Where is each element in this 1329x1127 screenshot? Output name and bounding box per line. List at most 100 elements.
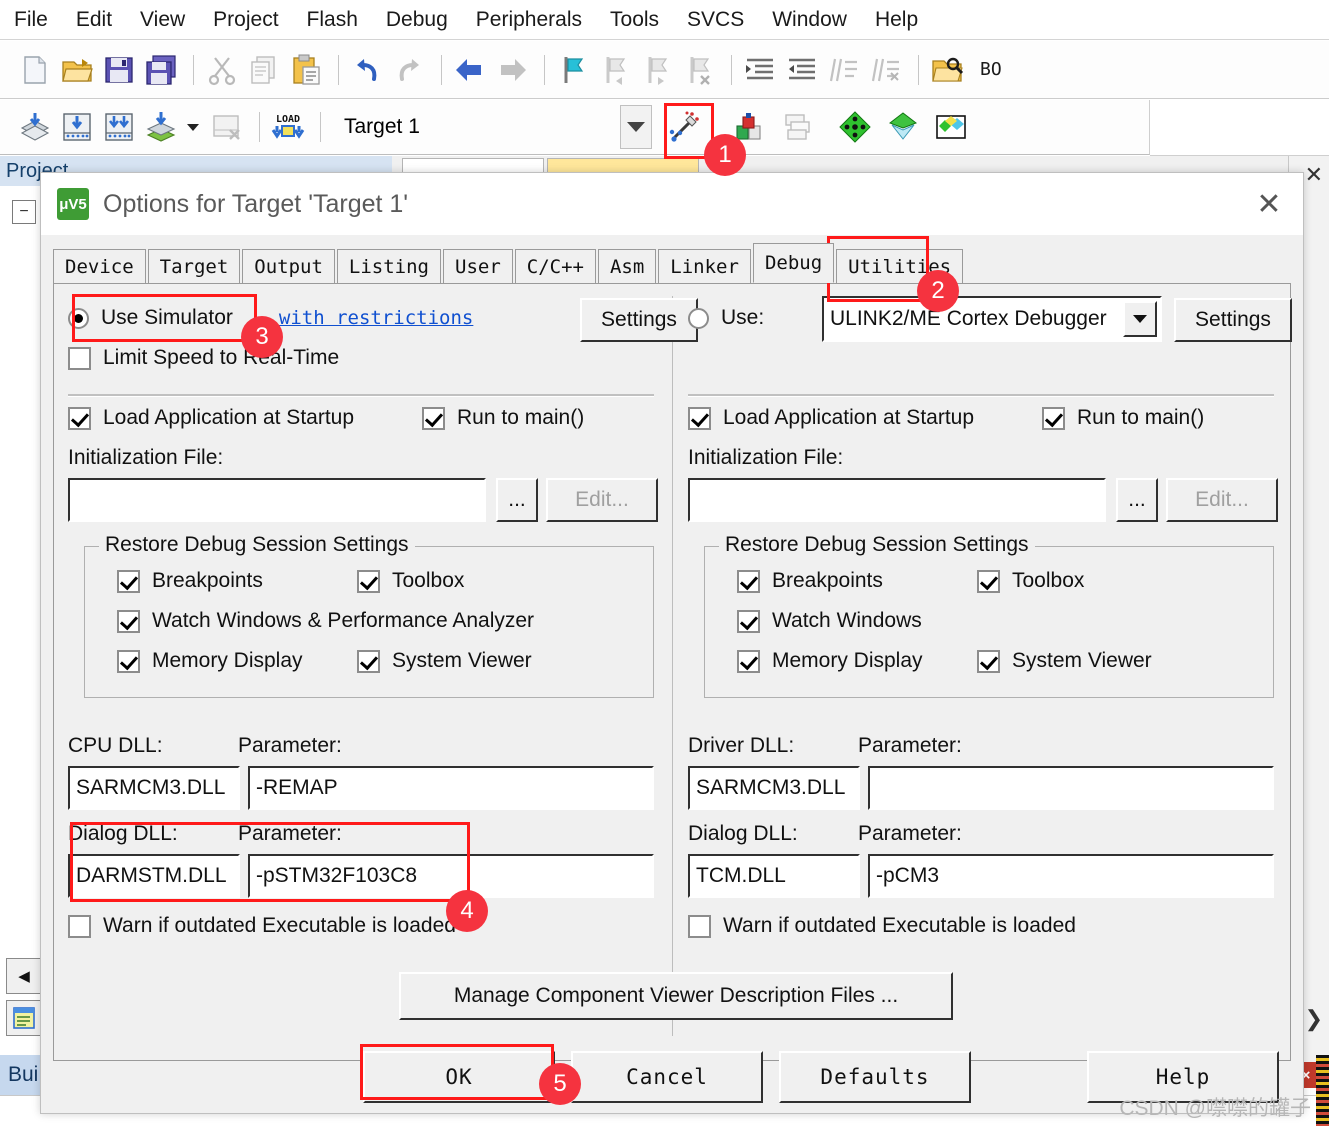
bookmark-prev-icon xyxy=(596,51,634,89)
simulator-settings-button[interactable]: Settings xyxy=(580,298,698,342)
target-options-wand-icon[interactable] xyxy=(666,108,704,146)
tab-output[interactable]: Output xyxy=(242,249,335,283)
rebuild-icon[interactable] xyxy=(100,108,138,146)
defaults-button[interactable]: Defaults xyxy=(779,1051,971,1103)
close-icon[interactable]: ✕ xyxy=(1305,162,1323,188)
filter-pack-icon[interactable] xyxy=(884,108,922,146)
use-debugger-radio[interactable] xyxy=(688,307,709,329)
cpu-dll-input[interactable]: SARMCM3.DLL xyxy=(68,766,240,810)
warn-outdated-executable-label: Warn if outdated Executable is loaded xyxy=(103,914,456,937)
limit-speed-checkbox[interactable] xyxy=(68,346,91,370)
pack-installer-icon[interactable] xyxy=(932,108,970,146)
cancel-button[interactable]: Cancel xyxy=(571,1051,763,1103)
restore-system-viewer-checkbox[interactable] xyxy=(357,649,380,673)
menu-item-view[interactable]: View xyxy=(140,8,185,32)
restore-watch-windows-checkbox[interactable] xyxy=(117,609,140,633)
load-application-label: Load Application at Startup xyxy=(103,406,355,429)
menu-item-project[interactable]: Project xyxy=(213,8,278,32)
close-icon[interactable]: ✕ xyxy=(1249,185,1289,225)
tab-c-cpp[interactable]: C/C++ xyxy=(514,249,596,283)
target-selector-label[interactable]: Target 1 xyxy=(344,115,420,139)
ok-button[interactable]: OK xyxy=(363,1051,555,1103)
menu-item-svcs[interactable]: SVCS xyxy=(687,8,744,32)
tab-asm[interactable]: Asm xyxy=(597,249,657,283)
debugger-select[interactable]: ULINK2/ME Cortex Debugger xyxy=(822,296,1162,342)
dialog-dll-parameter-input[interactable]: -pCM3 xyxy=(868,854,1274,898)
driver-dll-input[interactable]: SARMCM3.DLL xyxy=(688,766,860,810)
restore-toolbox-label: Toolbox xyxy=(1012,569,1085,592)
project-list-icon[interactable] xyxy=(6,1000,42,1036)
load-application-label: Load Application at Startup xyxy=(723,406,975,429)
with-restrictions-link[interactable]: with restrictions xyxy=(279,307,473,329)
restore-memory-display-checkbox[interactable] xyxy=(737,649,760,673)
tab-linker[interactable]: Linker xyxy=(658,249,751,283)
batch-build-icon[interactable] xyxy=(142,108,180,146)
initialization-file-input[interactable] xyxy=(688,478,1106,522)
debugger-settings-button[interactable]: Settings xyxy=(1174,298,1292,342)
tab-utilities[interactable]: Utilities xyxy=(836,249,964,283)
new-file-icon[interactable] xyxy=(16,51,54,89)
tree-collapse-toggle[interactable]: − xyxy=(12,200,36,224)
indent-increase-icon[interactable] xyxy=(741,51,779,89)
tab-listing[interactable]: Listing xyxy=(336,249,441,283)
scroll-right-icon[interactable]: ❯ xyxy=(1305,1006,1323,1032)
load-application-checkbox[interactable] xyxy=(68,406,91,430)
load-application-checkbox[interactable] xyxy=(688,406,711,430)
build-icon[interactable] xyxy=(58,108,96,146)
warn-outdated-executable-checkbox[interactable] xyxy=(688,914,711,938)
dialog-dll-input[interactable]: DARMSTM.DLL xyxy=(68,854,240,898)
download-load-icon[interactable]: LOAD xyxy=(269,108,307,146)
menu-item-tools[interactable]: Tools xyxy=(610,8,659,32)
toolbar-separator xyxy=(441,54,442,85)
manage-run-time-env-icon[interactable] xyxy=(730,108,768,146)
initialization-file-browse-button[interactable]: ... xyxy=(1116,478,1158,522)
find-in-files-icon[interactable] xyxy=(928,51,966,89)
save-all-icon[interactable] xyxy=(142,51,180,89)
chevron-down-icon[interactable] xyxy=(1123,301,1157,337)
initialization-file-browse-button[interactable]: ... xyxy=(496,478,538,522)
manage-component-viewer-button[interactable]: Manage Component Viewer Description File… xyxy=(399,972,953,1020)
save-icon[interactable] xyxy=(100,51,138,89)
batch-build-dropdown-icon[interactable] xyxy=(184,123,202,131)
back-arrow-icon[interactable] xyxy=(451,51,489,89)
menu-item-peripherals[interactable]: Peripherals xyxy=(476,8,582,32)
tab-device[interactable]: Device xyxy=(53,249,146,283)
restore-breakpoints-checkbox[interactable] xyxy=(117,569,140,593)
bookmark-toggle-icon[interactable] xyxy=(554,51,592,89)
menu-item-file[interactable]: File xyxy=(14,8,48,32)
run-to-main-label: Run to main() xyxy=(457,406,585,429)
restore-memory-display-checkbox[interactable] xyxy=(117,649,140,673)
target-dropdown-icon[interactable] xyxy=(619,105,652,149)
configuration-wizard-icon[interactable] xyxy=(836,108,874,146)
cpu-dll-parameter-label: Parameter: xyxy=(238,734,342,757)
tab-debug[interactable]: Debug xyxy=(752,243,835,283)
paste-icon[interactable] xyxy=(287,51,325,89)
translate-icon[interactable] xyxy=(16,108,54,146)
dialog-dll-input[interactable]: TCM.DLL xyxy=(688,854,860,898)
restore-system-viewer-checkbox[interactable] xyxy=(977,649,1000,673)
menu-item-debug[interactable]: Debug xyxy=(386,8,448,32)
menu-item-help[interactable]: Help xyxy=(875,8,918,32)
cpu-dll-parameter-input[interactable]: -REMAP xyxy=(248,766,654,810)
use-simulator-radio[interactable] xyxy=(68,307,89,329)
scroll-left-icon[interactable]: ◀ xyxy=(6,958,42,994)
open-file-icon[interactable] xyxy=(58,51,96,89)
menu-item-edit[interactable]: Edit xyxy=(76,8,112,32)
restore-toolbox-checkbox[interactable] xyxy=(977,569,1000,593)
restore-debug-session-group: Restore Debug Session Settings Breakpoin… xyxy=(84,533,654,698)
indent-decrease-icon[interactable] xyxy=(783,51,821,89)
tab-user[interactable]: User xyxy=(443,249,513,283)
warn-outdated-executable-checkbox[interactable] xyxy=(68,914,91,938)
tab-target[interactable]: Target xyxy=(147,249,241,283)
menu-item-window[interactable]: Window xyxy=(772,8,847,32)
run-to-main-checkbox[interactable] xyxy=(1042,406,1065,430)
restore-watch-windows-checkbox[interactable] xyxy=(737,609,760,633)
restore-toolbox-checkbox[interactable] xyxy=(357,569,380,593)
run-to-main-checkbox[interactable] xyxy=(422,406,445,430)
undo-icon[interactable] xyxy=(348,51,386,89)
restore-breakpoints-checkbox[interactable] xyxy=(737,569,760,593)
dialog-dll-parameter-input[interactable]: -pSTM32F103C8 xyxy=(248,854,654,898)
initialization-file-input[interactable] xyxy=(68,478,486,522)
driver-dll-parameter-input[interactable] xyxy=(868,766,1274,810)
menu-item-flash[interactable]: Flash xyxy=(307,8,358,32)
